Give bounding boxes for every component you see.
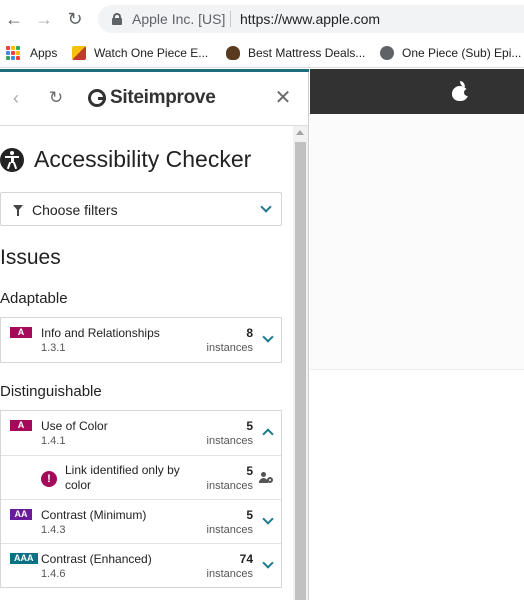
site-identity[interactable]: Apple Inc. [US]: [132, 11, 225, 27]
scroll-up-arrow-icon[interactable]: [296, 130, 304, 135]
bookmark-label: Watch One Piece E...: [94, 46, 209, 60]
bookmark-one-piece-sub[interactable]: One Piece (Sub) Epi...: [380, 43, 521, 63]
forward-arrow-icon[interactable]: →: [33, 8, 55, 30]
page-title-row: Accessibility Checker: [0, 146, 251, 173]
issue-code: 1.3.1: [41, 342, 66, 354]
hero-section: [310, 114, 524, 369]
page-title: Accessibility Checker: [34, 146, 252, 172]
level-badge: A: [10, 420, 32, 431]
issue-count: 74: [239, 552, 253, 566]
level-badge: A: [10, 327, 32, 338]
chevron-down-icon[interactable]: [262, 331, 274, 343]
bookmark-label: One Piece (Sub) Epi...: [402, 46, 522, 60]
issue-count: 5: [246, 508, 253, 522]
issue-name: Contrast (Enhanced): [41, 552, 152, 566]
group-heading-distinguishable: Distinguishable: [0, 383, 102, 400]
bookmark-favicon: [226, 46, 240, 60]
brand-name: Siteimprove: [110, 87, 216, 108]
issue-card-adaptable: A Info and Relationships 1.3.1 8 instanc…: [0, 317, 282, 363]
level-badge: AA: [10, 509, 32, 520]
apple-logo-icon[interactable]: [452, 81, 471, 101]
issue-name: Info and Relationships: [41, 326, 160, 340]
url-text[interactable]: https://www.apple.com: [240, 11, 380, 27]
globe-icon: [380, 46, 394, 60]
filter-label: Choose filters: [32, 202, 118, 218]
issue-card-distinguishable: A Use of Color 1.4.1 5 instances ! Link …: [0, 410, 282, 588]
bookmark-one-piece-watch[interactable]: Watch One Piece E...: [72, 43, 208, 63]
issue-code: 1.4.3: [41, 524, 66, 536]
chevron-down-icon[interactable]: [262, 513, 274, 525]
close-icon[interactable]: ✕: [273, 88, 293, 108]
apps-grid-icon: [6, 46, 20, 60]
level-badge: AAA: [10, 553, 38, 564]
refresh-icon[interactable]: ↻: [46, 88, 66, 108]
webpage-viewport: [310, 69, 524, 600]
chevron-down-icon[interactable]: [262, 557, 274, 569]
issue-row-use-of-color[interactable]: A Use of Color 1.4.1 5 instances: [1, 411, 281, 455]
lock-icon: [112, 13, 122, 25]
issue-row-contrast-enhanced[interactable]: AAA Contrast (Enhanced) 1.4.6 74 instanc…: [1, 543, 281, 587]
issue-unit: instances: [206, 524, 253, 536]
filter-dropdown[interactable]: Choose filters: [0, 192, 282, 226]
panel-header: ‹ ↻ Siteimprove ✕: [0, 72, 309, 126]
user-settings-icon[interactable]: [259, 471, 273, 485]
back-arrow-icon[interactable]: ←: [3, 8, 25, 30]
reload-icon[interactable]: ↻: [64, 8, 86, 30]
alert-icon: !: [41, 471, 57, 487]
issue-code: 1.4.6: [41, 568, 66, 580]
chevron-down-icon: [260, 201, 272, 213]
url-separator: [230, 11, 231, 27]
issue-unit: instances: [206, 342, 253, 354]
browser-toolbar: ← → ↻ Apple Inc. [US] https://www.apple.…: [0, 0, 524, 38]
issues-heading: Issues: [0, 246, 61, 269]
issue-name: Use of Color: [41, 419, 108, 433]
bookmark-mattress-deals[interactable]: Best Mattress Deals...: [226, 43, 365, 63]
issue-row-info-relationships[interactable]: A Info and Relationships 1.3.1 8 instanc…: [1, 318, 281, 362]
chevron-left-icon[interactable]: ‹: [6, 88, 26, 108]
address-bar[interactable]: Apple Inc. [US] https://www.apple.com: [98, 5, 524, 33]
apple-global-nav: [310, 69, 524, 114]
issue-name: Contrast (Minimum): [41, 508, 147, 522]
issue-unit: instances: [206, 568, 253, 580]
section-divider: [310, 369, 524, 370]
siteimprove-mark-icon: [88, 89, 106, 107]
siteimprove-panel: ‹ ↻ Siteimprove ✕ Accessibility Checker …: [0, 69, 309, 600]
sub-issue-row-link-color[interactable]: ! Link identified only by color 5 instan…: [1, 455, 281, 499]
issue-unit: instances: [206, 435, 253, 447]
issue-count: 5: [246, 419, 253, 433]
sub-issue-unit: instances: [206, 480, 253, 492]
bookmark-apps[interactable]: Apps: [6, 43, 57, 63]
issue-row-contrast-minimum[interactable]: AA Contrast (Minimum) 1.4.3 5 instances: [1, 499, 281, 543]
sub-issue-name: Link identified only by color: [65, 463, 180, 492]
bookmark-label: Best Mattress Deals...: [248, 46, 366, 60]
bookmark-label: Apps: [30, 46, 58, 60]
sub-issue-count: 5: [246, 464, 253, 478]
bookmark-favicon: [72, 46, 86, 60]
chevron-up-icon[interactable]: [262, 428, 274, 440]
scroll-thumb[interactable]: [295, 142, 306, 600]
issue-code: 1.4.1: [41, 435, 66, 447]
panel-scrollbar[interactable]: [293, 126, 308, 600]
issue-count: 8: [246, 326, 253, 340]
siteimprove-logo: Siteimprove: [88, 87, 216, 109]
accessibility-icon: [0, 147, 24, 172]
bookmarks-bar: Apps Watch One Piece E... Best Mattress …: [0, 38, 524, 68]
group-heading-adaptable: Adaptable: [0, 290, 68, 307]
filter-funnel-icon: [13, 205, 23, 216]
